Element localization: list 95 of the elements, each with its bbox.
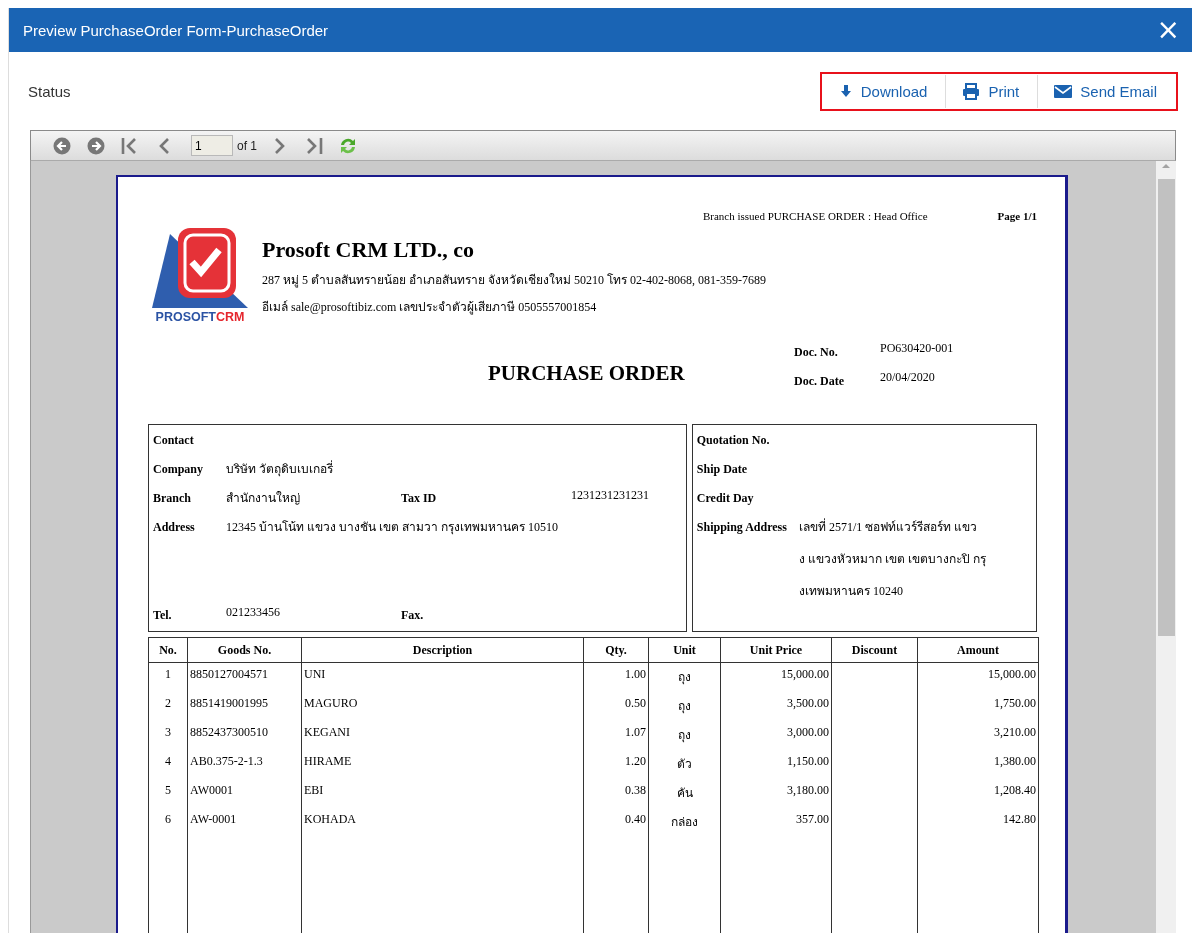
column-header: Goods No. (187, 637, 302, 663)
table-cell: 357.00 (796, 811, 829, 826)
field-value: สำนักงานใหญ่ (226, 490, 301, 507)
logo-text: PROSOFTCRM (155, 310, 245, 324)
table-cell: MAGURO (304, 695, 358, 710)
table-cell: AB0.375-2-1.3 (190, 753, 263, 768)
table-cell: 1.00 (625, 667, 646, 681)
table-cell: UNI (304, 667, 326, 681)
table-cell: 5 (165, 782, 171, 797)
column-header: Discount (831, 637, 918, 663)
page-count: of 1 (237, 138, 257, 153)
field-value: เลขที่ 2571/1 ซอฟท์แวร์รีสอร์ท แขว (798, 517, 979, 536)
field-label: Address (153, 520, 196, 535)
table-cell: 1.20 (625, 753, 646, 768)
table-cell: 6 (165, 811, 171, 826)
table-cell: ถุง (678, 670, 691, 684)
company-address: 287 หมู่ 5 ตำบลสันทรายน้อย อำเภอสันทราย จังหวัดเชียงใหม่ 50210 โทร 02-402-8068, 081-359-7689 (262, 272, 766, 289)
table-cell: 3 (165, 724, 171, 739)
table-cell: ตัว (677, 756, 692, 771)
status-label: Status (28, 82, 71, 100)
next-page-icon (273, 135, 287, 156)
table-cell: HIRAME (304, 753, 352, 768)
field-label: Shipping Address (696, 520, 787, 535)
table-cell: 1.07 (625, 724, 646, 739)
branch-issued-text: Branch issued PURCHASE ORDER : Head Office (702, 210, 928, 224)
field-label: Credit Day (696, 491, 754, 506)
column-header: Qty. (583, 637, 649, 663)
table-cell: 8852437300510 (190, 724, 268, 739)
field-label: Company (153, 462, 204, 477)
table-cell: 4 (165, 753, 171, 768)
window-title: Preview PurchaseOrder Form-PurchaseOrder (23, 21, 329, 39)
field-value: 20/04/2020 (880, 370, 936, 386)
scrollbar[interactable] (1156, 161, 1176, 933)
column-header: Amount (917, 637, 1039, 663)
field-label: Tel. (153, 608, 173, 623)
field-label: Tax ID (401, 491, 438, 506)
table-cell: KOHADA (304, 811, 356, 826)
table-cell: 15,000.00 (988, 667, 1036, 681)
table-cell: 1,750.00 (994, 695, 1036, 710)
table-cell: 1,150.00 (787, 753, 829, 768)
last-page-icon (304, 135, 324, 156)
table-cell: 15,000.00 (781, 667, 829, 681)
table-cell: 1,208.40 (994, 782, 1036, 797)
printer-icon (962, 82, 981, 100)
table-cell: 1,380.00 (994, 753, 1036, 768)
table-cell: 1 (165, 667, 171, 681)
field-label: Doc. No. (794, 345, 839, 360)
previous-page-icon (157, 135, 171, 156)
download-icon (838, 84, 853, 98)
table-cell: EBI (304, 782, 324, 797)
field-label: Ship Date (696, 462, 748, 477)
table-cell: 3,500.00 (787, 695, 829, 710)
table-cell: 3,000.00 (787, 724, 829, 739)
field-value: ง แขวงหัวหมาก เขต เขตบางกะปิ กรุ (798, 551, 986, 568)
column-header: Unit (648, 637, 721, 663)
table-cell: คัน (676, 785, 693, 800)
table-cell: 142.80 (1003, 811, 1036, 826)
table-cell: ถุง (678, 727, 691, 742)
page-number-field[interactable]: 1 (191, 135, 233, 156)
field-value: งเทพมหานคร 10240 (798, 583, 904, 600)
table-cell: 0.40 (625, 811, 646, 826)
field-value: บริษัท วัตถุดิบเบเกอรี่ (226, 459, 333, 478)
field-value: 021233456 (226, 605, 281, 621)
field-value: 12345 บ้านโน้ท แขวง บางชัน เขต สามวา กรุงเทพมหานคร 10510 (226, 519, 558, 536)
table-cell: AW-0001 (190, 811, 237, 826)
column-header: Description (301, 637, 584, 663)
table-cell: 3,180.00 (787, 782, 829, 797)
close-button[interactable]: × (1154, 16, 1182, 44)
field-value: 1231231231231 (571, 488, 649, 503)
table-cell: ถุง (678, 698, 691, 713)
forward-icon (87, 136, 105, 155)
envelope-icon (1054, 83, 1073, 99)
company-name: Prosoft CRM LTD., co (262, 237, 476, 263)
document-title: PURCHASE ORDER (488, 360, 686, 386)
field-label: Branch (153, 491, 192, 506)
table-cell: 8850127004571 (190, 667, 268, 681)
table-cell: 3,210.00 (994, 724, 1036, 739)
field-label: Doc. Date (794, 374, 845, 389)
scrollbar-thumb[interactable] (1157, 179, 1175, 636)
table-cell: AW0001 (190, 782, 234, 797)
field-value: PO630420-001 (880, 341, 954, 357)
column-header: Unit Price (720, 637, 832, 663)
back-icon (53, 136, 71, 155)
field-label: Contact (153, 433, 194, 448)
page-indicator: Page 1/1 (997, 210, 1037, 224)
table-cell: 0.38 (625, 782, 646, 797)
company-email-tax: อีเมล์ sale@prosoftibiz.com เลขประจำตัวผู้เสียภาษี 0505557001854 (262, 299, 598, 316)
table-cell: กล่อง (671, 814, 698, 829)
table-cell: 0.50 (625, 695, 646, 710)
table-cell: 2 (165, 695, 171, 710)
field-label: Quotation No. (696, 433, 770, 448)
table-cell: KEGANI (304, 724, 350, 739)
column-header: No. (148, 637, 188, 663)
table-cell: 8851419001995 (190, 695, 268, 710)
field-label: Fax. (401, 608, 424, 623)
